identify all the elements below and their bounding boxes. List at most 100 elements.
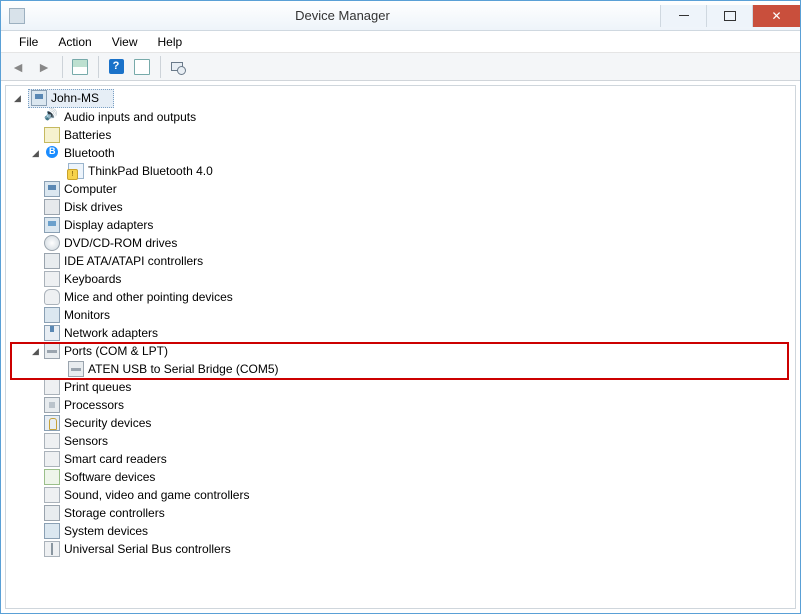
print-icon bbox=[44, 379, 60, 395]
display-icon bbox=[44, 217, 60, 233]
scan-hardware-icon bbox=[170, 59, 186, 75]
tree-node-label: Monitors bbox=[64, 308, 110, 322]
minimize-button[interactable] bbox=[660, 5, 706, 27]
tree-node-label: DVD/CD-ROM drives bbox=[64, 236, 177, 250]
tree-node-label: Computer bbox=[64, 182, 117, 196]
maximize-button[interactable] bbox=[706, 5, 752, 27]
tree-node[interactable]: IDE ATA/ATAPI controllers bbox=[6, 252, 795, 270]
collapse-icon[interactable]: ◢ bbox=[12, 93, 23, 104]
tree-node[interactable]: Monitors bbox=[6, 306, 795, 324]
kb-icon bbox=[44, 271, 60, 287]
device-manager-window: Device Manager File Action View Help ◄ ►… bbox=[0, 0, 801, 614]
tree-node[interactable]: Processors bbox=[6, 396, 795, 414]
tree-node[interactable]: Universal Serial Bus controllers bbox=[6, 540, 795, 558]
tree-node-label: Software devices bbox=[64, 470, 155, 484]
help-icon: ? bbox=[109, 59, 124, 74]
tree-node[interactable]: ThinkPad Bluetooth 4.0 bbox=[6, 162, 795, 180]
menu-view[interactable]: View bbox=[102, 33, 148, 51]
tree-node-label: Smart card readers bbox=[64, 452, 167, 466]
toolbar: ◄ ► ? bbox=[1, 53, 800, 81]
tree-node-label: Ports (COM & LPT) bbox=[64, 344, 168, 358]
device-tree[interactable]: ◢ John-MS Audio inputs and outputs Batterie… bbox=[5, 85, 796, 609]
tree-node[interactable]: ATEN USB to Serial Bridge (COM5) bbox=[6, 360, 795, 378]
menu-file[interactable]: File bbox=[9, 33, 48, 51]
btdev-icon bbox=[68, 163, 84, 179]
computer-icon bbox=[44, 181, 60, 197]
back-button[interactable]: ◄ bbox=[5, 56, 31, 78]
app-icon bbox=[9, 8, 25, 24]
menu-action[interactable]: Action bbox=[48, 33, 101, 51]
tree-node[interactable]: Audio inputs and outputs bbox=[6, 108, 795, 126]
forward-button[interactable]: ► bbox=[31, 56, 57, 78]
tree-node[interactable]: Mice and other pointing devices bbox=[6, 288, 795, 306]
help-button[interactable]: ? bbox=[103, 56, 129, 78]
tree-node[interactable]: Computer bbox=[6, 180, 795, 198]
battery-icon bbox=[44, 127, 60, 143]
sys-icon bbox=[44, 523, 60, 539]
tree-node-label: Security devices bbox=[64, 416, 151, 430]
tree-node[interactable]: DVD/CD-ROM drives bbox=[6, 234, 795, 252]
tree-node[interactable]: Network adapters bbox=[6, 324, 795, 342]
show-hidden-button[interactable] bbox=[67, 56, 93, 78]
tree-node-label: Universal Serial Bus controllers bbox=[64, 542, 231, 556]
tree-node-label: Display adapters bbox=[64, 218, 153, 232]
tree-node[interactable]: System devices bbox=[6, 522, 795, 540]
collapse-icon[interactable]: ◢ bbox=[30, 346, 41, 357]
tree-node-label: Audio inputs and outputs bbox=[64, 110, 196, 124]
tree-node-label: Batteries bbox=[64, 128, 111, 142]
tree-node-label: Sensors bbox=[64, 434, 108, 448]
bt-icon bbox=[44, 145, 60, 161]
tree-node[interactable]: ◢ Ports (COM & LPT) bbox=[6, 342, 795, 360]
tree-node-label: System devices bbox=[64, 524, 148, 538]
tree-node-label: Storage controllers bbox=[64, 506, 165, 520]
tree-node[interactable]: Display adapters bbox=[6, 216, 795, 234]
tree-node[interactable]: Batteries bbox=[6, 126, 795, 144]
window-title: Device Manager bbox=[25, 8, 660, 23]
ide-icon bbox=[44, 253, 60, 269]
monitor-icon bbox=[44, 307, 60, 323]
window-controls bbox=[660, 5, 800, 27]
tree-node[interactable]: Disk drives bbox=[6, 198, 795, 216]
soft-icon bbox=[44, 469, 60, 485]
tree-node[interactable]: Storage controllers bbox=[6, 504, 795, 522]
tree-node-label: Bluetooth bbox=[64, 146, 115, 160]
tree-node[interactable]: John-MS bbox=[28, 89, 114, 108]
card-icon bbox=[44, 451, 60, 467]
sec-icon bbox=[44, 415, 60, 431]
tree-node-label: ATEN USB to Serial Bridge (COM5) bbox=[88, 362, 279, 376]
scan-hardware-button[interactable] bbox=[165, 56, 191, 78]
tree-node-label: Disk drives bbox=[64, 200, 123, 214]
tree-node[interactable]: Print queues bbox=[6, 378, 795, 396]
properties-button[interactable] bbox=[129, 56, 155, 78]
sound-icon bbox=[44, 487, 60, 503]
tree-node-label: Mice and other pointing devices bbox=[64, 290, 233, 304]
titlebar[interactable]: Device Manager bbox=[1, 1, 800, 31]
toolbar-separator bbox=[57, 56, 63, 78]
close-button[interactable] bbox=[752, 5, 800, 27]
port-icon bbox=[68, 361, 84, 377]
collapse-icon[interactable]: ◢ bbox=[30, 148, 41, 159]
tree-node[interactable]: Security devices bbox=[6, 414, 795, 432]
tree-node-label: Processors bbox=[64, 398, 124, 412]
tree-node[interactable]: Keyboards bbox=[6, 270, 795, 288]
tree-node[interactable]: Sound, video and game controllers bbox=[6, 486, 795, 504]
disk-icon bbox=[44, 199, 60, 215]
tree-node-label: Sound, video and game controllers bbox=[64, 488, 249, 502]
tree-node-label: Print queues bbox=[64, 380, 131, 394]
tree-node[interactable]: Smart card readers bbox=[6, 450, 795, 468]
tree-node-label: ThinkPad Bluetooth 4.0 bbox=[88, 164, 213, 178]
dvd-icon bbox=[44, 235, 60, 251]
tree-node[interactable]: ◢ Bluetooth bbox=[6, 144, 795, 162]
properties-icon bbox=[134, 59, 150, 75]
audio-icon bbox=[44, 109, 60, 125]
tree-node[interactable]: Sensors bbox=[6, 432, 795, 450]
tree-node-label: John-MS bbox=[51, 91, 99, 105]
tree-node[interactable]: Software devices bbox=[6, 468, 795, 486]
back-arrow-icon: ◄ bbox=[11, 59, 25, 75]
usb-icon bbox=[44, 541, 60, 557]
storage-icon bbox=[44, 505, 60, 521]
menu-help[interactable]: Help bbox=[148, 33, 193, 51]
cpu-icon bbox=[44, 397, 60, 413]
forward-arrow-icon: ► bbox=[37, 59, 51, 75]
show-hidden-icon bbox=[72, 59, 88, 75]
